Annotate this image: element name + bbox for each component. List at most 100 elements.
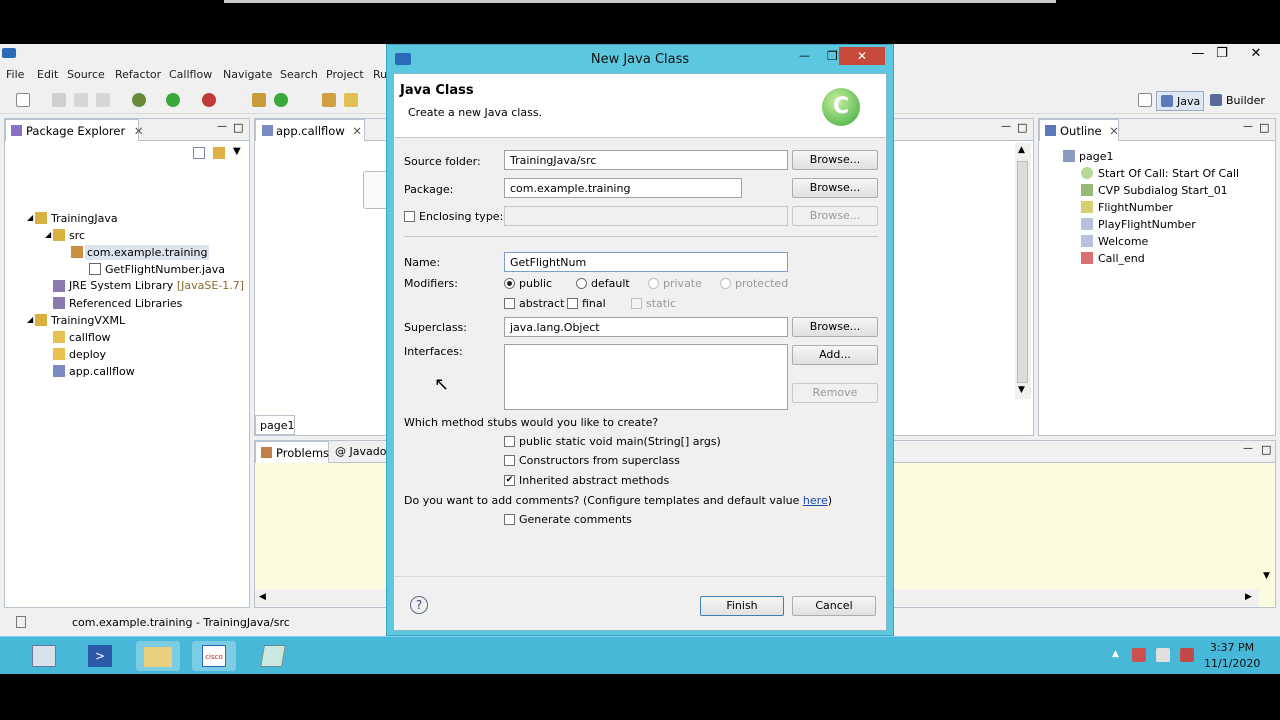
generic-app-icon[interactable] xyxy=(252,641,296,671)
server-manager-icon[interactable] xyxy=(22,641,66,671)
superclass-browse-button[interactable]: Browse... xyxy=(792,317,878,337)
dialog-maximize-button[interactable]: ❐ xyxy=(827,49,838,63)
cancel-button[interactable]: Cancel xyxy=(792,596,876,616)
add-interface-button[interactable]: Add... xyxy=(792,345,878,365)
menu-file[interactable]: File xyxy=(6,68,24,81)
source-folder-browse-button[interactable]: Browse... xyxy=(792,150,878,170)
ide-maximize-button[interactable]: ❐ xyxy=(1210,46,1234,62)
minimize-icon[interactable]: — xyxy=(217,121,227,132)
new-package-icon[interactable] xyxy=(252,93,266,107)
menu-edit[interactable]: Edit xyxy=(37,68,58,81)
clock-date[interactable]: 11/1/2020 xyxy=(1204,657,1260,670)
tray-network-icon[interactable] xyxy=(1132,648,1146,662)
scroll-up-icon[interactable]: ▲ xyxy=(1018,145,1025,155)
main-method-checkbox[interactable] xyxy=(504,436,515,447)
maximize-icon[interactable]: □ xyxy=(233,121,243,134)
powershell-icon[interactable]: > xyxy=(78,641,122,671)
tree-item-package[interactable]: com.example.training xyxy=(85,245,210,260)
menu-search[interactable]: Search xyxy=(280,68,318,81)
tray-volume-icon[interactable] xyxy=(1180,648,1194,662)
private-radio[interactable] xyxy=(648,278,659,289)
help-icon[interactable]: ? xyxy=(410,596,428,614)
tab-page1[interactable]: page1 xyxy=(255,415,295,435)
protected-radio[interactable] xyxy=(720,278,731,289)
minimize-icon[interactable]: — xyxy=(1243,443,1253,454)
print-icon[interactable] xyxy=(96,93,110,107)
maximize-icon[interactable]: □ xyxy=(1017,121,1027,134)
tree-expand-icon[interactable]: ◢ xyxy=(27,315,33,324)
save-all-icon[interactable] xyxy=(74,93,88,107)
maximize-icon[interactable]: □ xyxy=(1261,443,1271,456)
superclass-field[interactable]: java.lang.Object xyxy=(504,317,788,337)
tab-package-explorer[interactable]: Package Explorer ✕ xyxy=(5,119,144,141)
debug-icon[interactable] xyxy=(132,93,146,107)
tree-item-getflightnumber[interactable]: GetFlightNumber.java xyxy=(105,263,225,276)
menu-source[interactable]: Source xyxy=(67,68,105,81)
new-class-icon[interactable] xyxy=(274,93,288,107)
tray-chevron-icon[interactable]: ▲ xyxy=(1112,649,1119,659)
static-checkbox[interactable] xyxy=(631,298,642,309)
tree-item-deploy[interactable]: deploy xyxy=(69,348,106,361)
outline-item[interactable]: CVP Subdialog Start_01 xyxy=(1098,184,1228,197)
menu-refactor[interactable]: Refactor xyxy=(115,68,161,81)
file-explorer-icon[interactable] xyxy=(136,641,180,671)
tree-item-callflow[interactable]: callflow xyxy=(69,331,111,344)
tree-expand-icon[interactable]: ◢ xyxy=(27,213,33,222)
constructors-checkbox[interactable] xyxy=(504,455,515,466)
tree-item-trainingjava[interactable]: TrainingJava xyxy=(51,212,118,225)
scroll-down-icon[interactable]: ▼ xyxy=(1018,385,1025,395)
ide-close-button[interactable]: ✕ xyxy=(1244,46,1268,62)
outline-item[interactable]: PlayFlightNumber xyxy=(1098,218,1196,231)
enclosing-type-field[interactable] xyxy=(504,206,788,226)
configure-templates-link[interactable]: here xyxy=(803,494,828,507)
dialog-minimize-button[interactable]: — xyxy=(799,49,810,62)
open-perspective-icon[interactable] xyxy=(1138,93,1152,107)
interfaces-list[interactable] xyxy=(504,344,788,410)
enclosing-type-checkbox[interactable] xyxy=(404,211,415,222)
remove-interface-button[interactable]: Remove xyxy=(792,383,878,403)
clock-time[interactable]: 3:37 PM xyxy=(1206,641,1258,654)
close-icon[interactable]: ✕ xyxy=(352,124,362,138)
dialog-close-button[interactable]: ✕ xyxy=(839,47,885,65)
generate-comments-checkbox[interactable] xyxy=(504,514,515,525)
vertical-scrollbar[interactable]: ▲ ▼ xyxy=(1015,143,1031,399)
menu-run[interactable]: Ru xyxy=(373,68,387,81)
package-field[interactable]: com.example.training xyxy=(504,178,742,198)
search-icon[interactable] xyxy=(344,93,358,107)
view-menu-icon[interactable]: ▼ xyxy=(233,146,241,157)
scroll-left-icon[interactable]: ◀ xyxy=(259,592,266,602)
scroll-thumb[interactable] xyxy=(1017,161,1028,383)
minimize-icon[interactable]: — xyxy=(1243,121,1253,132)
scroll-down-icon[interactable]: ▼ xyxy=(1263,571,1270,581)
run-icon[interactable] xyxy=(166,93,180,107)
menu-navigate[interactable]: Navigate xyxy=(223,68,272,81)
builder-perspective-button[interactable]: Builder xyxy=(1208,91,1274,111)
enclosing-browse-button[interactable]: Browse... xyxy=(792,206,878,226)
tree-item-referenced-libraries[interactable]: Referenced Libraries xyxy=(69,297,182,310)
tree-expand-icon[interactable]: ◢ xyxy=(45,230,51,239)
open-type-icon[interactable] xyxy=(322,93,336,107)
java-perspective-button[interactable]: Java xyxy=(1156,91,1204,111)
source-folder-field[interactable]: TrainingJava/src xyxy=(504,150,788,170)
outline-root[interactable]: page1 xyxy=(1079,150,1113,163)
tree-item-app-callflow[interactable]: app.callflow xyxy=(69,365,135,378)
package-browse-button[interactable]: Browse... xyxy=(792,178,878,198)
minimize-icon[interactable]: — xyxy=(1001,121,1011,132)
outline-item[interactable]: Welcome xyxy=(1098,235,1148,248)
scroll-right-icon[interactable]: ▶ xyxy=(1245,592,1252,602)
menu-callflow[interactable]: Callflow xyxy=(169,68,212,81)
coverage-icon[interactable] xyxy=(202,93,216,107)
inherited-methods-checkbox[interactable]: ✔ xyxy=(504,475,515,486)
tree-item-trainingvxml[interactable]: TrainingVXML xyxy=(51,314,125,327)
tab-outline[interactable]: Outline ✕ xyxy=(1039,119,1119,141)
tray-flag-icon[interactable] xyxy=(1156,648,1170,662)
outline-item[interactable]: Start Of Call: Start Of Call xyxy=(1098,167,1239,180)
tree-item-jre[interactable]: JRE System Library [JavaSE-1.7] xyxy=(69,279,244,292)
final-checkbox[interactable] xyxy=(567,298,578,309)
save-icon[interactable] xyxy=(52,93,66,107)
tab-app-callflow[interactable]: app.callflow ✕ xyxy=(255,119,365,141)
link-editor-icon[interactable] xyxy=(213,147,225,159)
abstract-checkbox[interactable] xyxy=(504,298,515,309)
ide-minimize-button[interactable]: — xyxy=(1186,46,1210,62)
maximize-icon[interactable]: □ xyxy=(1259,121,1269,134)
